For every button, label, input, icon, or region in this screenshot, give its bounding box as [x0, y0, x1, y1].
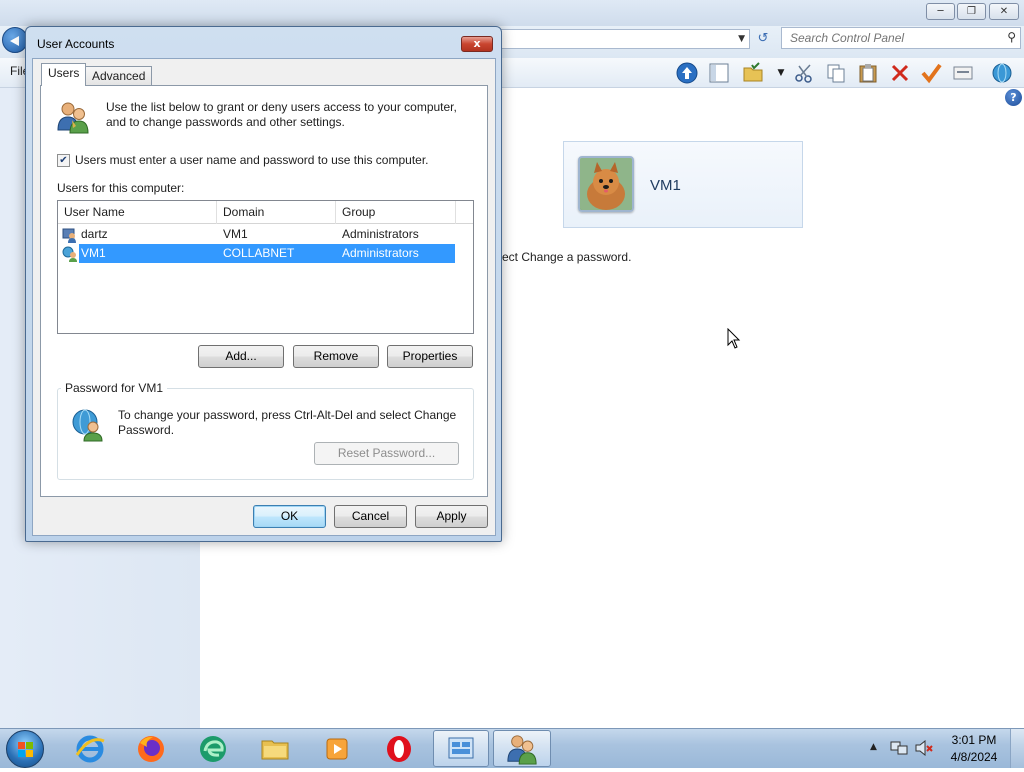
clock-time[interactable]: 3:01 PM — [946, 733, 1002, 747]
reset-password-button[interactable]: Reset Password... — [314, 442, 459, 465]
address-field[interactable]: ▼ — [500, 29, 750, 49]
taskbar-user-accounts[interactable] — [493, 730, 551, 767]
globe-icon[interactable] — [990, 62, 1012, 84]
users-for-label: Users for this computer: — [57, 181, 185, 195]
internet-explorer-icon — [75, 735, 105, 762]
delete-icon[interactable] — [889, 62, 911, 84]
add-user-button[interactable]: Add... — [198, 345, 284, 368]
table-row[interactable]: VM1 COLLABNET Administrators — [58, 244, 456, 263]
user-tile[interactable]: VM1 — [563, 141, 803, 228]
dialog-title: User Accounts — [37, 37, 115, 51]
password-instructions: To change your password, press Ctrl-Alt-… — [118, 408, 457, 437]
list-header: User Name Domain Group — [58, 201, 473, 224]
folder-icon — [261, 740, 289, 759]
domain-cell: VM1 — [223, 227, 248, 241]
taskbar-internet-explorer[interactable] — [64, 730, 116, 767]
edge-icon — [200, 735, 226, 762]
group-cell: Administrators — [342, 246, 419, 260]
group-cell: Administrators — [342, 227, 419, 241]
remove-user-button[interactable]: Remove — [293, 345, 379, 368]
must-enter-password-label[interactable]: Users must enter a user name and passwor… — [75, 153, 429, 167]
intro-text: Use the list below to grant or deny user… — [106, 100, 457, 129]
tab-advanced[interactable]: Advanced — [85, 66, 153, 85]
close-window-button[interactable]: ✕ — [989, 3, 1019, 20]
help-icon[interactable]: ? — [1005, 89, 1022, 106]
chevron-down-icon[interactable]: ▼ — [738, 34, 745, 44]
network-icon[interactable] — [890, 740, 908, 756]
users-tab-panel: Use the list below to grant or deny user… — [40, 85, 488, 497]
taskbar-edge[interactable] — [187, 730, 239, 767]
cancel-button[interactable]: Cancel — [334, 505, 407, 528]
table-row[interactable]: dartz VM1 Administrators — [58, 225, 456, 244]
users-list[interactable]: User Name Domain Group dartz VM1 Adminis… — [57, 200, 474, 334]
user-accounts-icon — [507, 734, 537, 765]
search-icon[interactable]: ⚲ — [1007, 30, 1016, 44]
properties-button[interactable]: Properties — [387, 345, 473, 368]
restore-button[interactable]: ❐ — [957, 3, 986, 20]
users-icon — [56, 100, 90, 137]
up-arrow-icon[interactable] — [676, 62, 698, 84]
user-name-cell: dartz — [81, 227, 108, 241]
checkmark-icon[interactable] — [920, 62, 942, 84]
windows-logo-icon — [18, 742, 33, 757]
column-header-user-name[interactable]: User Name — [58, 201, 217, 224]
taskbar-file-explorer[interactable] — [249, 730, 301, 767]
dialog-body: Users Advanced Use the list below to gra… — [32, 58, 496, 536]
must-enter-password-row[interactable]: ✔ Users must enter a user name and passw… — [57, 153, 429, 167]
refresh-icon[interactable]: ↺ — [752, 29, 774, 49]
password-user-icon — [71, 408, 105, 445]
clock-date[interactable]: 4/8/2024 — [946, 750, 1002, 764]
opera-icon — [387, 735, 411, 762]
tab-users[interactable]: Users — [41, 63, 87, 86]
taskbar-control-panel[interactable] — [433, 730, 489, 767]
views-dropdown-icon[interactable]: ▼ — [770, 62, 792, 84]
taskbar-opera[interactable] — [373, 730, 425, 767]
domain-cell: COLLABNET — [223, 246, 295, 260]
show-desktop-button[interactable] — [1010, 729, 1024, 768]
properties-icon[interactable] — [952, 62, 974, 84]
user-name-cell: VM1 — [81, 246, 106, 260]
ok-button[interactable]: OK — [253, 505, 326, 528]
taskbar-firefox[interactable] — [125, 730, 177, 767]
panes-icon[interactable] — [708, 62, 730, 84]
dialog-close-button[interactable]: x — [461, 36, 493, 52]
column-header-domain[interactable]: Domain — [217, 201, 336, 224]
change-password-instructions: ect Change a password. — [502, 250, 632, 264]
firefox-icon — [138, 735, 164, 762]
column-header-group[interactable]: Group — [336, 201, 456, 224]
volume-muted-icon[interactable] — [914, 740, 934, 756]
must-enter-password-checkbox[interactable]: ✔ — [57, 153, 70, 167]
user-accounts-dialog: User Accounts x Users Advanced Use the l… — [25, 26, 502, 542]
user-tile-name: VM1 — [650, 177, 681, 194]
search-input[interactable] — [788, 28, 998, 48]
taskbar-media-player[interactable] — [311, 730, 363, 767]
media-player-icon — [326, 738, 348, 759]
show-hidden-icons-icon[interactable]: ▲ — [870, 742, 877, 752]
user-avatar — [578, 156, 634, 212]
domain-user-icon — [62, 246, 78, 265]
copy-icon[interactable] — [825, 62, 847, 84]
paste-icon[interactable] — [857, 62, 879, 84]
start-button[interactable] — [6, 730, 44, 768]
minimize-button[interactable]: ─ — [926, 3, 955, 20]
mouse-pointer-icon — [727, 328, 741, 349]
apply-button[interactable]: Apply — [415, 505, 488, 528]
control-panel-titlebar — [0, 0, 1024, 26]
search-box[interactable]: ⚲ — [781, 27, 1021, 49]
folder-check-icon[interactable] — [742, 62, 764, 84]
cut-icon[interactable] — [793, 62, 815, 84]
password-group-label: Password for VM1 — [61, 381, 168, 395]
control-panel-icon — [448, 737, 474, 758]
